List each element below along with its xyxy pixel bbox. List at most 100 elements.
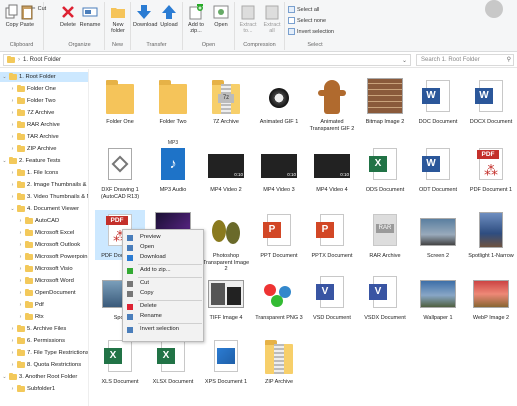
tree-item[interactable]: ⌄ 4. Document Viewer [0,204,79,214]
file-item[interactable]: 0:10 MP4 Video 4 [307,144,357,194]
file-item[interactable]: Spotlight 1-Narrow [466,210,516,260]
chevron-right-icon[interactable]: › [10,336,15,346]
chevron-right-icon[interactable]: › [10,384,15,394]
file-item[interactable]: W ODT Document [413,144,463,194]
file-item[interactable]: Transparent PNG 3 [254,272,304,322]
file-item[interactable]: P PPTX Document [307,210,357,260]
open-button[interactable]: Open [210,4,232,28]
tree-item[interactable]: ⌄ 3. Another Root Folder [0,372,77,382]
tree-item[interactable]: › Microsoft Visio [0,264,73,274]
tree-item[interactable]: › AutoCAD [0,216,59,226]
tree-item[interactable]: › 2. Image Thumbnails & I [0,180,88,190]
chevron-right-icon[interactable]: › [18,216,23,226]
file-item[interactable]: Folder One [95,76,145,126]
tree-item[interactable]: › Microsoft Word [0,276,74,286]
breadcrumb[interactable]: › 1. Root Folder ⌄ [3,54,411,66]
chevron-down-icon[interactable]: ⌄ [2,372,7,382]
context-menu-item[interactable]: Open [123,243,203,252]
upload-button[interactable]: Upload [158,4,180,28]
tree-item[interactable]: ⌄ 1. Root Folder [0,72,88,82]
tree-item[interactable]: › Folder Two [0,96,56,106]
file-item[interactable]: V VSDX Document [360,272,410,322]
file-item[interactable]: DXF Drawing 1 (AutoCAD R13) [95,144,145,200]
file-item[interactable]: 7z 7Z Archive [201,76,251,126]
file-item[interactable]: XPS Document 1 [201,336,251,386]
file-item[interactable]: Bitmap Image 2 [360,76,410,126]
tree-item[interactable]: › Subfolder1 [0,384,55,394]
file-item[interactable]: X XLSX Document [148,336,198,386]
add-to-zip-button[interactable]: Add to zip... [185,4,207,34]
chevron-right-icon[interactable]: › [10,108,15,118]
chevron-right-icon[interactable]: › [18,264,23,274]
tree-item[interactable]: › 3. Video Thumbnails & M [0,192,88,202]
file-item[interactable]: Wallpaper 1 [413,272,463,322]
chevron-right-icon[interactable]: › [18,276,23,286]
chevron-right-icon[interactable]: › [10,96,15,106]
chevron-down-icon[interactable]: ⌄ [402,57,407,64]
tree-item[interactable]: › 7Z Archive [0,108,54,118]
extract-to-button[interactable]: Extract to... [237,4,259,34]
tree-item[interactable]: › Microsoft Powerpoin [0,252,88,262]
file-item[interactable]: ♪ MP3 MP3 Audio [148,140,198,194]
tree-item[interactable]: › 5. Archive Files [0,324,66,334]
tree-item[interactable]: › Rtx [0,312,44,322]
file-item[interactable]: P PPT Document [254,210,304,260]
delete-button[interactable]: Delete [57,4,79,28]
file-item[interactable]: Photoshop Transparent Image 2 [201,210,251,273]
chevron-right-icon[interactable]: › [18,240,23,250]
file-item[interactable]: TIFF Image 4 [201,272,251,322]
chevron-right-icon[interactable]: › [10,84,15,94]
context-menu-item[interactable]: Add to zip... [123,266,203,275]
chevron-right-icon[interactable]: › [18,312,23,322]
file-item[interactable]: W DOC Document [413,76,463,126]
chevron-right-icon[interactable]: › [18,300,23,310]
rename-button[interactable]: Rename [79,4,101,28]
chevron-right-icon[interactable]: › [10,192,15,202]
tree-item[interactable]: › TAR Archive [0,132,59,142]
tree-item[interactable]: ⌄ 2. Feature Tests [0,156,60,166]
tree-item[interactable]: › 1. File Icons [0,168,58,178]
tree-item[interactable]: › RAR Archive [0,120,60,130]
search-input[interactable]: Search 1. Root Folder ⚲ [416,54,514,66]
help-button[interactable] [485,0,503,18]
file-item[interactable]: RAR RAR Archive [360,210,410,260]
context-menu-item[interactable]: Download [123,253,203,262]
chevron-right-icon[interactable]: › [10,168,15,178]
file-item[interactable]: 0:10 MP4 Video 3 [254,144,304,194]
file-item[interactable]: V VSD Document [307,272,357,322]
file-item[interactable]: ZIP Archive [254,336,304,386]
context-menu-item[interactable]: Cut [123,279,203,288]
cut-button[interactable]: ✂ Cut [31,6,46,12]
download-button[interactable]: Download [133,4,157,28]
chevron-right-icon[interactable]: › [18,252,23,262]
file-item[interactable]: X ODS Document [360,144,410,194]
chevron-right-icon[interactable]: › [10,144,15,154]
context-menu-item[interactable]: Invert selection [123,325,203,334]
tree-item[interactable]: › Microsoft Outlook [0,240,80,250]
context-menu-item[interactable]: Delete [123,302,203,311]
chevron-right-icon[interactable]: › [10,132,15,142]
tree-item[interactable]: › 8. Quota Restrictions [0,360,81,370]
tree-item[interactable]: › Folder One [0,84,56,94]
context-menu-item[interactable]: Rename [123,312,203,321]
select-all-button[interactable]: Select all [288,6,319,13]
chevron-right-icon[interactable]: › [10,360,15,370]
context-menu-item[interactable]: Copy [123,289,203,298]
file-item[interactable]: X XLS Document [95,336,145,386]
tree-item[interactable]: › OpenDocument [0,288,76,298]
file-item[interactable]: WebP Image 2 [466,272,516,322]
tree-item[interactable]: › Microsoft Excel [0,228,74,238]
chevron-down-icon[interactable]: ⌄ [2,156,7,166]
tree-item[interactable]: › Pdf [0,300,44,310]
chevron-down-icon[interactable]: ⌄ [10,204,15,214]
file-item[interactable]: W DOCX Document [466,76,516,126]
extract-all-button[interactable]: Extract all [261,4,283,34]
tree-item[interactable]: › 7. File Type Restrictions [0,348,88,358]
context-menu-item[interactable]: Preview [123,233,203,242]
invert-selection-button[interactable]: Invert selection [288,28,334,35]
select-none-button[interactable]: Select none [288,17,326,24]
chevron-right-icon[interactable]: › [18,288,23,298]
chevron-right-icon[interactable]: › [10,324,15,334]
chevron-right-icon[interactable]: › [10,120,15,130]
chevron-down-icon[interactable]: ⌄ [2,72,7,82]
